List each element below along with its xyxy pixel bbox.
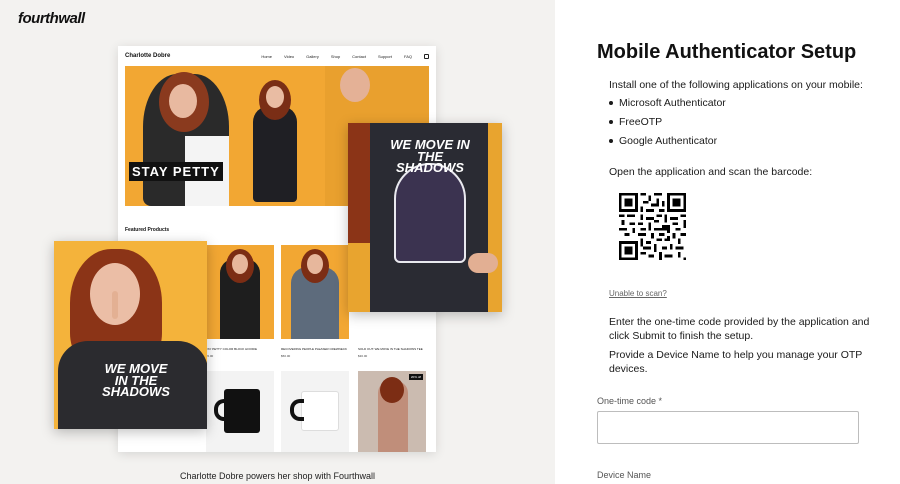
product-price: $50.00 <box>281 354 291 358</box>
cart-icon <box>424 53 429 59</box>
mock-nav-video: Video <box>283 53 295 59</box>
mug-card-white <box>281 371 349 452</box>
product-face <box>307 254 323 274</box>
app-name: Google Authenticator <box>619 135 718 147</box>
product-card <box>281 245 349 339</box>
product-card-photo: 20% off <box>358 371 426 452</box>
mug-white <box>301 391 339 431</box>
hero-person-center <box>253 106 297 202</box>
product-name: SOLD OUT: WE MOVE IN THE SHADOWS TEE <box>358 347 423 351</box>
shirt-graphic-text: WE MOVE IN THE SHADOWS <box>390 137 470 176</box>
shirt-art-arch <box>394 163 466 263</box>
otp-input[interactable] <box>597 411 859 444</box>
mug-black <box>224 389 260 433</box>
qr-code <box>619 193 686 260</box>
device-name-text: Provide a Device Name to help you manage… <box>609 349 863 375</box>
promo-photo-left: WE MOVE IN THE SHADOWS <box>54 241 207 429</box>
mug-white-handle <box>290 399 304 421</box>
product-face <box>232 254 248 274</box>
unable-to-scan-link[interactable]: Unable to scan? <box>609 289 667 298</box>
mock-nav-faq: FAQ <box>403 53 412 59</box>
shirt-graphic-text: WE MOVE IN THE SHADOWS <box>102 361 170 400</box>
product-name: STAY PETTY COLOR BLOCK HOODIE <box>204 347 257 351</box>
bullet-icon <box>609 139 613 143</box>
product-card <box>206 245 274 339</box>
mug-black-handle <box>214 399 228 421</box>
app-name: Microsoft Authenticator <box>619 97 726 109</box>
mug-card-black <box>206 371 274 452</box>
otp-label: One-time code * <box>597 396 663 406</box>
mock-nav: Charlotte Dobre Home Video Gallery Shop … <box>118 46 436 66</box>
bullet-icon <box>609 101 613 105</box>
person-a-finger <box>112 291 118 319</box>
hero-face-center <box>266 86 284 108</box>
enter-code-text: Enter the one-time code provided by the … <box>609 316 870 342</box>
product-name: RECOVERING PEOPLE PLEASER CREWNECK <box>281 347 348 351</box>
photo-hair <box>380 377 404 403</box>
mock-nav-contact: Contact <box>352 53 366 59</box>
mock-nav-home: Home <box>261 53 272 59</box>
install-intro: Install one of the following application… <box>609 79 863 91</box>
fourthwall-logo[interactable]: fourthwall <box>18 10 85 27</box>
scan-instruction: Open the application and scan the barcod… <box>609 166 813 178</box>
featured-heading: Featured Products <box>125 227 170 233</box>
device-name-label: Device Name <box>597 470 652 480</box>
app-list-item: Microsoft Authenticator <box>609 97 726 109</box>
hero-face-right <box>340 68 370 102</box>
authenticator-panel: Mobile Authenticator Setup Install one o… <box>555 0 900 484</box>
mock-store-name: Charlotte Dobre <box>125 53 171 59</box>
mock-nav-links: Home Video Gallery Shop Contact Support … <box>261 53 429 59</box>
person-b-hand <box>468 253 498 273</box>
hero-face-left <box>169 84 197 118</box>
mock-nav-support: Support <box>377 53 392 59</box>
app-list-item: Google Authenticator <box>609 135 717 147</box>
showcase-panel: fourthwall Charlotte Dobre Home Video Ga… <box>0 0 555 484</box>
promo-photo-right: WE MOVE IN THE SHADOWS <box>348 123 502 312</box>
hero-shirt-text: STAY PETTY <box>129 162 223 181</box>
showcase-caption: Charlotte Dobre powers her shop with Fou… <box>179 471 376 481</box>
page-title: Mobile Authenticator Setup <box>597 41 857 63</box>
sale-badge: 20% off <box>408 374 423 380</box>
mock-nav-gallery: Gallery <box>306 53 319 59</box>
product-price: $30.00 <box>358 354 368 358</box>
app-list-item: FreeOTP <box>609 116 662 128</box>
app-name: FreeOTP <box>619 116 663 128</box>
mock-nav-shop: Shop <box>330 53 341 59</box>
bullet-icon <box>609 120 613 124</box>
page: fourthwall Charlotte Dobre Home Video Ga… <box>0 0 900 484</box>
